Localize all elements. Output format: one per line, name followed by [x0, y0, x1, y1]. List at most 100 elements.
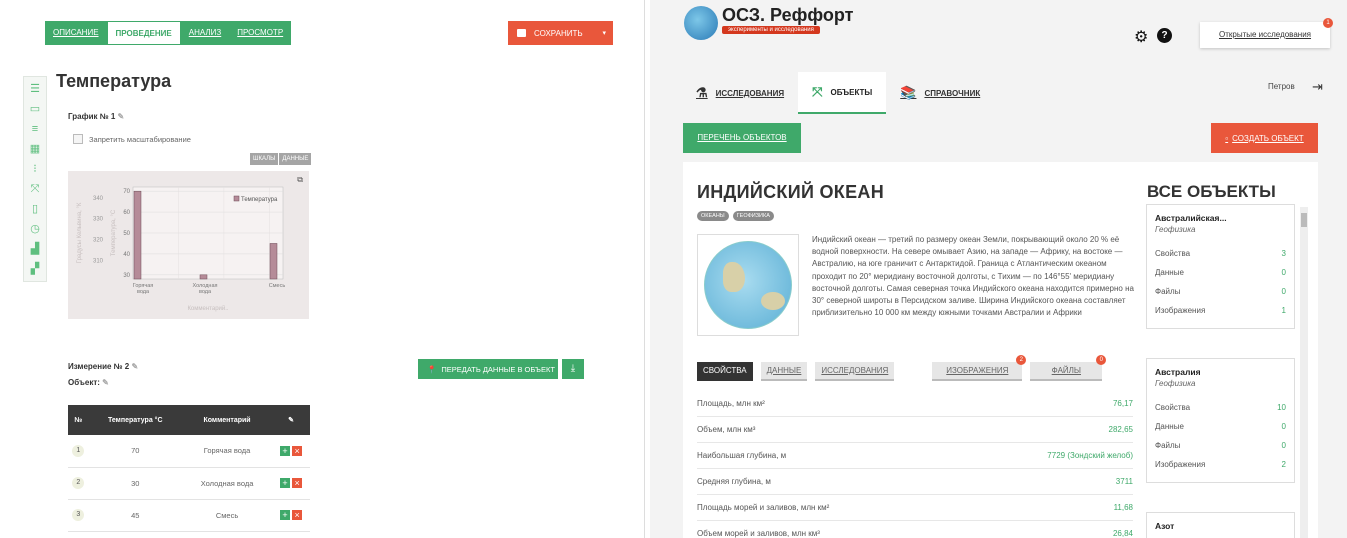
create-object-label: СОЗДАТЬ ОБЪЕКТ: [1232, 133, 1304, 143]
property-name: Средняя глубина, м: [697, 477, 771, 486]
delete-row-icon[interactable]: ×: [292, 510, 303, 520]
main-nav: ⚗ ИССЛЕДОВАНИЯ ⤧ ОБЪЕКТЫ 📚 СПРАВОЧНИК: [682, 72, 994, 114]
pencil-icon[interactable]: ✎: [131, 362, 138, 371]
transfer-data-button[interactable]: 📍 ПЕРЕДАТЬ ДАННЫЕ В ОБЪЕКТ: [418, 359, 558, 379]
stat-label: Данные: [1155, 422, 1184, 431]
property-value[interactable]: 7729 (Зондский желоб): [1047, 451, 1133, 460]
object-card-stat: Изображения 1: [1155, 301, 1286, 320]
property-value[interactable]: 282,65: [1109, 425, 1133, 434]
all-objects-title: ВСЕ ОБЪЕКТЫ: [1147, 182, 1276, 201]
object-image[interactable]: [697, 234, 799, 336]
tab-conduct[interactable]: ПРОВЕДЕНИЕ: [106, 21, 181, 45]
y-tick-label: 30: [123, 273, 130, 279]
property-value[interactable]: 26,84: [1113, 529, 1133, 538]
cell-comment[interactable]: Смесь: [181, 499, 273, 532]
tab-studies[interactable]: ИССЛЕДОВАНИЯ: [815, 362, 895, 381]
tab-data[interactable]: ДАННЫЕ: [760, 362, 808, 381]
object-card-stat: Свойства 10: [1155, 398, 1286, 417]
object-card[interactable]: Австралийская... Геофизика Свойства 3 Дан…: [1146, 204, 1295, 329]
x-tick-label: Смесь: [269, 283, 286, 289]
x-tick-label: Горячая вода: [133, 283, 154, 295]
app-logo[interactable]: [684, 6, 718, 40]
data-icon[interactable]: ⁝: [29, 163, 41, 175]
form-icon[interactable]: ≡: [29, 123, 41, 135]
cell-comment[interactable]: Холодная вода: [181, 467, 273, 500]
nav-reference[interactable]: 📚 СПРАВОЧНИК: [886, 72, 994, 114]
object-card-stat: Свойства 3: [1155, 244, 1286, 263]
zoom-lock-label: Запретить масштабирование: [89, 134, 191, 144]
object-card-stat: Файлы 0: [1155, 282, 1286, 301]
tag-geophysics[interactable]: ГЕОФИЗИКА: [732, 211, 774, 221]
tab-properties[interactable]: СВОЙСТВА: [697, 362, 753, 381]
object-card[interactable]: Австралия Геофизика Свойства 10 Данные 0 Ф…: [1146, 358, 1295, 483]
stat-value: 3: [1281, 249, 1286, 258]
scrollbar-thumb[interactable]: [1301, 213, 1307, 227]
tab-preview[interactable]: ПРОСМОТР: [229, 21, 291, 45]
user-name[interactable]: Петров: [1268, 82, 1295, 91]
nav-objects[interactable]: ⤧ ОБЪЕКТЫ: [798, 72, 887, 114]
nav-studies[interactable]: ⚗ ИССЛЕДОВАНИЯ: [682, 72, 798, 114]
delete-row-icon[interactable]: ×: [292, 478, 303, 488]
help-icon[interactable]: ?: [1157, 28, 1172, 43]
pencil-icon[interactable]: ✎: [288, 417, 294, 424]
comment-icon[interactable]: ▭: [29, 103, 41, 115]
object-detail-tabs: СВОЙСТВА ДАННЫЕ ИССЛЕДОВАНИЯ ИЗОБРАЖЕНИЯ…: [697, 355, 1107, 381]
object-card-stat: Изображения 2: [1155, 455, 1286, 474]
col-header-num: №: [68, 405, 89, 435]
transfer-label: ПЕРЕДАТЬ ДАННЫЕ В ОБЪЕКТ: [441, 364, 555, 374]
cell-temp[interactable]: 70: [88, 435, 182, 468]
temperature-chart: ⧉ 30 40 50 60 70 310 320 330 340 Горячая вода Холод…: [68, 171, 309, 319]
tag-oceans[interactable]: ОКЕАНЫ: [697, 211, 729, 221]
continent-shape: [723, 262, 745, 292]
cell-temp[interactable]: 45: [88, 499, 182, 532]
property-value[interactable]: 11,68: [1114, 503, 1133, 512]
chart-tab-data[interactable]: ДАННЫЕ: [279, 153, 312, 165]
timer-icon[interactable]: ◷: [29, 223, 41, 235]
add-row-icon[interactable]: +: [280, 510, 291, 520]
stat-label: Файлы: [1155, 441, 1181, 450]
table-icon[interactable]: ▦: [29, 143, 41, 155]
bar-chart-icon[interactable]: ▟: [29, 243, 41, 255]
zoom-lock-checkbox[interactable]: Запретить масштабирование: [73, 134, 191, 144]
tab-description[interactable]: ОПИСАНИЕ: [45, 21, 107, 45]
chart-tab-scales[interactable]: ШКАЛЫ: [250, 153, 279, 165]
list-icon[interactable]: ☰: [29, 83, 41, 95]
property-value[interactable]: 3711: [1116, 477, 1133, 486]
checkbox-box[interactable]: [73, 134, 83, 144]
chevron-down-icon[interactable]: ▾: [602, 29, 606, 37]
chart-settings-icon[interactable]: ▞: [29, 263, 41, 275]
stat-label: Изображения: [1155, 306, 1206, 315]
object-content: ИНДИЙСКИЙ ОКЕАН ОКЕАНЫ ГЕОФИЗИКА Индийск…: [683, 162, 1318, 538]
page-title: Температура: [56, 71, 172, 91]
delete-row-icon[interactable]: ×: [292, 445, 303, 456]
save-button[interactable]: СОХРАНИТЬ ▾: [508, 21, 613, 45]
tab-analysis[interactable]: АНАЛИЗ: [181, 21, 229, 45]
gear-icon[interactable]: ⚙: [1134, 27, 1148, 47]
tab-images[interactable]: ИЗОБРАЖЕНИЯ 2: [932, 355, 1027, 381]
col-header-temp: Температура °С: [88, 405, 182, 435]
object-card-name: Австралийская...: [1155, 213, 1227, 223]
logout-icon[interactable]: ⇥: [1312, 79, 1323, 95]
objects-scrollbar[interactable]: [1300, 207, 1308, 538]
object-card[interactable]: Азот: [1146, 512, 1295, 538]
add-row-icon[interactable]: +: [280, 478, 291, 488]
objects-list-button[interactable]: ПЕРЕЧЕНЬ ОБЪЕКТОВ: [683, 123, 801, 153]
open-studies-button[interactable]: Открытые исследования 1: [1200, 18, 1333, 48]
secondary-y-tick-label: 340: [93, 196, 104, 202]
cell-temp[interactable]: 30: [88, 467, 182, 500]
pencil-icon[interactable]: ✎: [118, 112, 125, 121]
expand-icon[interactable]: ⤧: [29, 183, 41, 195]
cell-comment[interactable]: Горячая вода: [181, 435, 273, 468]
download-button[interactable]: ⤓: [562, 359, 584, 379]
x-axis-label: Комментарий..: [187, 305, 228, 312]
col-header-edit[interactable]: ✎: [272, 405, 310, 435]
y-tick-label: 70: [123, 189, 130, 195]
add-row-icon[interactable]: +: [280, 445, 291, 456]
document-icon[interactable]: ▯: [29, 203, 41, 215]
create-object-button[interactable]: ▫ СОЗДАТЬ ОБЪЕКТ: [1211, 123, 1318, 153]
property-row: Площадь, млн км² 76,17: [697, 391, 1133, 417]
property-value[interactable]: 76,17: [1113, 399, 1133, 408]
app-subtitle: эксперименты и исследования: [722, 26, 820, 34]
pencil-icon[interactable]: ✎: [102, 378, 109, 387]
tab-files[interactable]: ФАЙЛЫ 0: [1030, 355, 1107, 381]
